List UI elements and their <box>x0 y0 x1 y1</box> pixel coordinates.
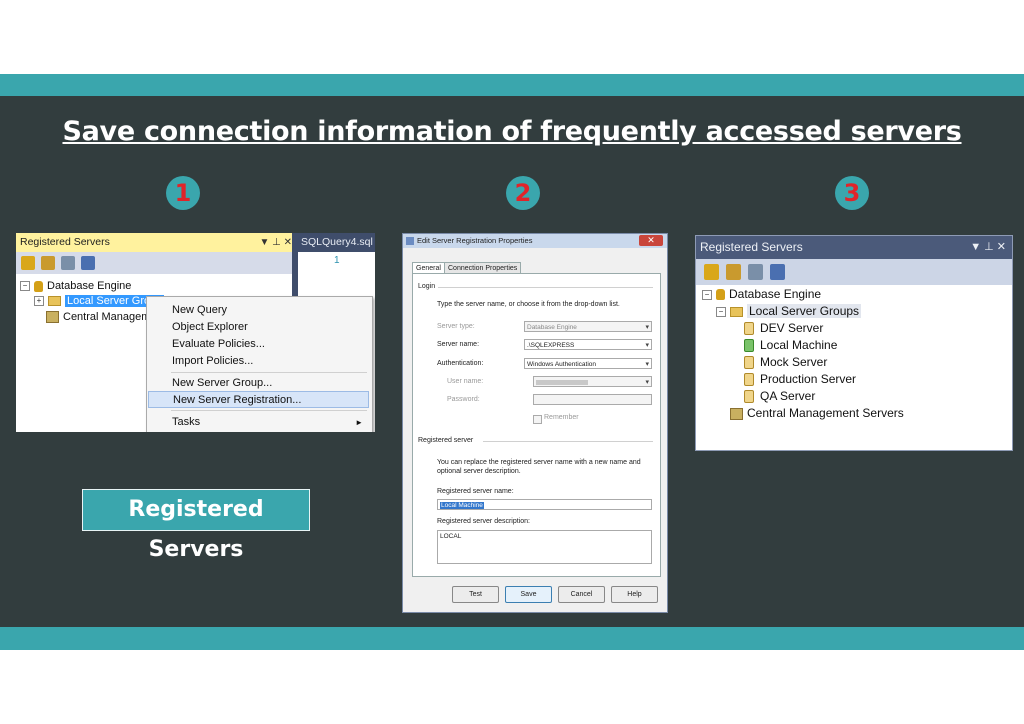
collapse-icon[interactable]: − <box>702 289 712 300</box>
registered-description-label: Registered server description: <box>437 518 530 525</box>
tree-node-local-machine[interactable]: Local Machine <box>744 337 837 354</box>
step-1-badge: 1 <box>166 176 200 210</box>
expand-icon[interactable]: + <box>34 296 44 307</box>
window-controls[interactable]: ▼ ⊥ ✕ <box>970 236 1006 259</box>
panel-3-registered-servers: Registered Servers ▼ ⊥ ✕ − Database Engin… <box>695 235 1013 451</box>
step-3-badge: 3 <box>835 176 869 210</box>
server-icon <box>744 356 754 370</box>
registered-description-textarea[interactable]: LOCAL <box>437 530 652 564</box>
dialog-content: Login Type the server name, or choose it… <box>412 273 661 577</box>
menu-item-evaluate-policies[interactable]: Evaluate Policies... <box>148 336 369 353</box>
panel-title: Registered Servers <box>20 236 110 248</box>
cms-icon <box>730 407 743 420</box>
server-type-dropdown[interactable]: Database Engine <box>524 321 652 332</box>
submenu-arrow-icon: ► <box>355 418 363 427</box>
integration-services-icon[interactable] <box>81 256 95 270</box>
menu-item-new-query[interactable]: New Query <box>148 302 369 319</box>
tree-node-local-server-group[interactable]: + Local Server Group <box>34 293 165 309</box>
server-icon <box>744 322 754 336</box>
registered-name-input[interactable]: Local Machine <box>437 499 652 510</box>
tab-sqlquery4[interactable]: SQLQuery4.sql - <box>298 233 375 267</box>
login-section-title: Login <box>418 283 436 290</box>
test-button[interactable]: Test <box>452 586 499 603</box>
remember-label: Remember <box>544 414 579 421</box>
server-type-label: Server type: <box>437 323 475 330</box>
menu-item-new-server-group[interactable]: New Server Group... <box>148 375 369 392</box>
tree-node-dev-server[interactable]: DEV Server <box>744 320 823 337</box>
server-name-combobox[interactable]: .\SQLEXPRESS <box>524 339 652 350</box>
menu-item-object-explorer[interactable]: Object Explorer <box>148 319 369 336</box>
menu-item-new-server-registration[interactable]: New Server Registration... <box>148 391 369 408</box>
dialog-app-icon <box>406 237 414 245</box>
login-help-text: Type the server name, or choose it from … <box>437 301 620 308</box>
section-divider <box>438 287 653 288</box>
server-icon <box>744 390 754 404</box>
tree-node-production-server[interactable]: Production Server <box>744 371 856 388</box>
remember-checkbox[interactable] <box>533 415 542 424</box>
redacted-username <box>536 379 588 385</box>
panel-header: Registered Servers ▼ ⊥ ✕ <box>696 236 1012 259</box>
context-menu: New Query Object Explorer Evaluate Polic… <box>146 296 373 432</box>
cms-icon <box>46 311 59 324</box>
panel-2-edit-registration-dialog: Edit Server Registration Properties ✕ Ge… <box>402 233 668 613</box>
close-icon[interactable]: ✕ <box>639 235 663 246</box>
server-name-label: Server name: <box>437 341 480 348</box>
menu-item-tasks[interactable]: Tasks ► <box>148 414 369 431</box>
menu-separator <box>171 372 367 373</box>
slide-title: Save connection information of frequentl… <box>62 116 962 147</box>
server-running-icon <box>744 339 754 353</box>
database-engine-icon[interactable] <box>704 264 719 280</box>
tree-node-database-engine[interactable]: − Database Engine <box>20 278 131 294</box>
registered-name-label: Registered server name: <box>437 488 514 495</box>
analysis-services-icon[interactable] <box>726 264 741 280</box>
password-label: Password: <box>447 396 480 403</box>
line-number: 1 <box>334 255 340 266</box>
dialog-titlebar: Edit Server Registration Properties ✕ <box>403 234 667 248</box>
integration-services-icon[interactable] <box>770 264 785 280</box>
section-divider <box>483 441 653 442</box>
database-engine-icon[interactable] <box>21 256 35 270</box>
tree-node-database-engine[interactable]: − Database Engine <box>702 286 821 303</box>
panel-title: Registered Servers <box>700 240 803 254</box>
registered-server-section-title: Registered server <box>418 437 474 444</box>
authentication-label: Authentication: <box>437 360 484 367</box>
user-name-field[interactable] <box>533 376 652 387</box>
registered-help-line-1: You can replace the registered server na… <box>437 459 641 466</box>
analysis-services-icon[interactable] <box>41 256 55 270</box>
dialog-title: Edit Server Registration Properties <box>417 236 533 245</box>
password-field[interactable] <box>533 394 652 405</box>
registered-servers-label: Registered Servers <box>82 489 310 562</box>
save-button[interactable]: Save <box>505 586 552 603</box>
tree-node-qa-server[interactable]: QA Server <box>744 388 815 405</box>
panel-1-registered-servers: Registered Servers ▼ ⊥ ✕ − Database Engin… <box>16 233 375 432</box>
authentication-dropdown[interactable]: Windows Authentication <box>524 358 652 369</box>
cancel-button[interactable]: Cancel <box>558 586 605 603</box>
top-teal-band <box>0 74 1024 96</box>
folder-icon <box>730 306 743 317</box>
server-icon <box>744 373 754 387</box>
database-icon <box>716 289 725 301</box>
help-button[interactable]: Help <box>611 586 658 603</box>
bottom-teal-band <box>0 627 1024 650</box>
collapse-icon[interactable]: − <box>20 281 30 292</box>
window-controls[interactable]: ▼ ⊥ ✕ <box>259 233 292 252</box>
panel-header: Registered Servers ▼ ⊥ ✕ <box>16 233 296 252</box>
tree-node-mock-server[interactable]: Mock Server <box>744 354 827 371</box>
tree-node-central-management[interactable]: Central Manageme <box>46 309 157 325</box>
reporting-services-icon[interactable] <box>61 256 75 270</box>
database-icon <box>34 280 43 292</box>
reporting-services-icon[interactable] <box>748 264 763 280</box>
menu-separator <box>171 410 367 411</box>
step-2-badge: 2 <box>506 176 540 210</box>
folder-icon <box>48 296 61 307</box>
tree-node-local-server-groups[interactable]: − Local Server Groups <box>716 303 862 320</box>
server-tree: − Database Engine − Local Server Groups DE… <box>696 285 1012 450</box>
toolbar <box>696 259 1012 285</box>
tree-node-central-management-servers[interactable]: Central Management Servers <box>730 405 904 422</box>
toolbar <box>16 252 296 274</box>
user-name-label: User name: <box>447 378 484 385</box>
collapse-icon[interactable]: − <box>716 306 726 317</box>
menu-item-import-policies[interactable]: Import Policies... <box>148 353 369 370</box>
registered-help-line-2: optional server description. <box>437 468 521 475</box>
